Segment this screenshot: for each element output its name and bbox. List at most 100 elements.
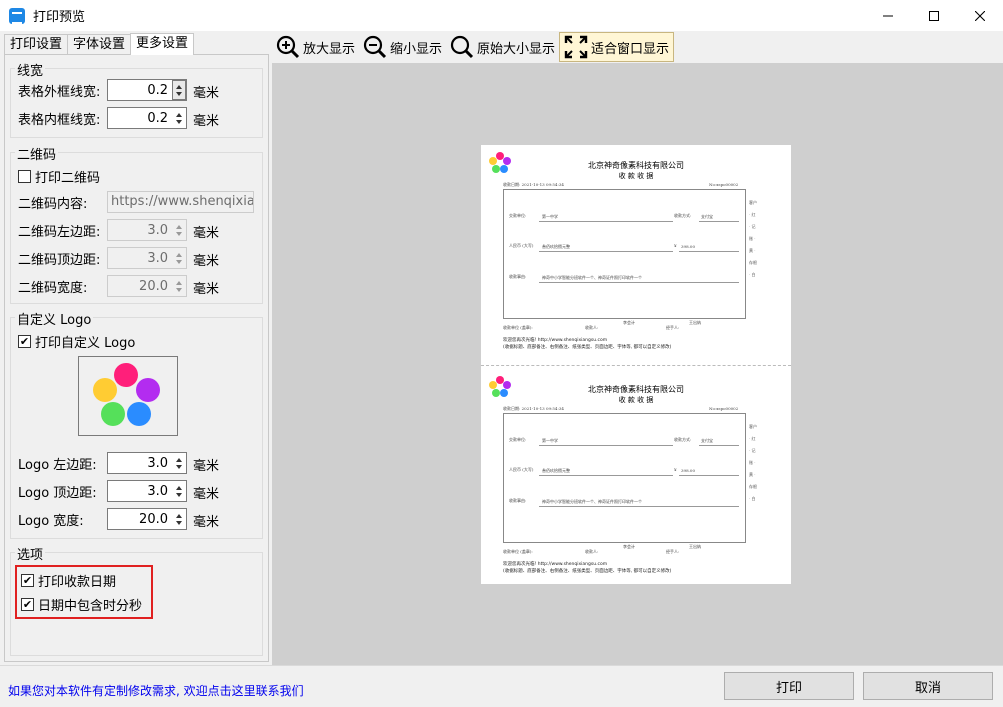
logo-preview[interactable]: [78, 356, 178, 436]
qrcode-top-label: 二维码顶边距:: [18, 252, 101, 268]
close-icon: [975, 10, 985, 21]
amount-value: 398.00: [681, 244, 695, 249]
qrcode-width-spinner[interactable]: 20.0: [107, 275, 187, 297]
actual-size-button[interactable]: 原始大小显示: [446, 32, 559, 62]
cancel-button[interactable]: 取消: [863, 672, 993, 700]
title-bar: 打印预览: [0, 0, 1003, 31]
maximize-icon: [929, 10, 939, 21]
spin-up-icon[interactable]: [176, 513, 182, 518]
receipt-doc-title: 收 款 收 据: [618, 172, 654, 180]
print-button[interactable]: 打印: [724, 672, 854, 700]
receipt-footer-line1: 欢迎您再次光临! http://www.shenqixiangsu.com: [503, 562, 608, 567]
unit-stamp-label: 收款单位 (盖章):: [503, 325, 533, 330]
preview-page: 北京神奇像素科技有限公司 收 款 收 据 收款日期: 2021-10-13 09…: [481, 145, 791, 584]
outer-line-width-spinner[interactable]: 0.2: [107, 79, 187, 101]
maximize-button[interactable]: [911, 0, 957, 31]
close-button[interactable]: [957, 0, 1003, 31]
spin-down-icon[interactable]: [176, 259, 182, 264]
inner-line-width-value: 0.2: [147, 110, 168, 126]
qrcode-top-unit: 毫米: [193, 254, 220, 269]
print-logo-checkbox-row[interactable]: ✔ 打印自定义 Logo: [18, 330, 135, 352]
receipt-company: 北京神奇像素科技有限公司: [588, 385, 684, 394]
amount-cn-underline: [539, 251, 673, 252]
inner-line-width-spinner[interactable]: 0.2: [107, 107, 187, 129]
include-time-checkbox[interactable]: ✔: [21, 597, 34, 611]
window-title: 打印预览: [33, 10, 86, 25]
spin-down-icon[interactable]: [176, 287, 182, 292]
spin-down-icon[interactable]: [176, 119, 182, 124]
spin-up-icon[interactable]: [176, 224, 182, 229]
fit-window-button[interactable]: 适合窗口显示: [559, 32, 675, 62]
spin-up-icon[interactable]: [176, 280, 182, 285]
spin-up-icon[interactable]: [176, 457, 182, 462]
receipt-body-box: 交款单位: 第一中学 收款方式: 支付宝 人民币 (大写) 叁佰玖拾捌元整 ¥ …: [503, 189, 746, 319]
qrcode-left-label: 二维码左边距:: [18, 224, 101, 240]
logo-top-value: 3.0: [147, 483, 168, 499]
print-date-checkbox[interactable]: ✔: [21, 573, 34, 587]
amount-cn-value: 叁佰玖拾捌元整: [542, 468, 570, 473]
spin-down-icon[interactable]: [176, 464, 182, 469]
receiver-label: 收款人:: [585, 549, 599, 554]
tab-more-settings[interactable]: 更多设置: [130, 33, 195, 55]
include-time-checkbox-row[interactable]: ✔ 日期中包含时分秒: [21, 593, 142, 615]
spin-up-icon[interactable]: [176, 112, 182, 117]
qrcode-group: 二维码 打印二维码 二维码内容: https://www.shenqixiang…: [10, 144, 263, 304]
print-preview-area[interactable]: 北京神奇像素科技有限公司 收 款 收 据 收款日期: 2021-10-13 09…: [272, 63, 1003, 665]
logo-width-value: 20.0: [139, 511, 168, 527]
spin-down-icon[interactable]: [176, 231, 182, 236]
logo-top-spinner[interactable]: 3.0: [107, 480, 187, 502]
qrcode-left-unit: 毫米: [193, 226, 220, 241]
qrcode-legend: 二维码: [15, 144, 59, 163]
qrcode-left-value: 3.0: [147, 222, 168, 238]
spin-up-icon[interactable]: [176, 252, 182, 257]
print-date-checkbox-row[interactable]: ✔ 打印收款日期: [21, 569, 116, 591]
payer-underline: [539, 445, 673, 446]
zoom-out-button[interactable]: 缩小显示: [359, 32, 446, 62]
tab-font-settings[interactable]: 字体设置: [67, 34, 132, 55]
print-qrcode-checkbox-row[interactable]: 打印二维码: [18, 165, 100, 187]
qrcode-content-input[interactable]: https://www.shenqixiangsu: [107, 191, 254, 213]
print-logo-checkbox[interactable]: ✔: [18, 334, 31, 348]
receipt-company: 北京神奇像素科技有限公司: [588, 161, 684, 170]
spin-down-icon[interactable]: [176, 520, 182, 525]
logo-top-unit: 毫米: [193, 487, 220, 502]
payer-value: 第一中学: [542, 438, 558, 443]
receipt-footer-line1: 欢迎您再次光临! http://www.shenqixiangsu.com: [503, 338, 608, 343]
logo-left-spinner[interactable]: 3.0: [107, 452, 187, 474]
accountant-name: 李会计: [623, 320, 635, 325]
preview-toolbar: 放大显示 缩小显示 原始大小显示 适合窗口显示: [272, 31, 1003, 63]
print-logo-label: 打印自定义 Logo: [35, 335, 136, 351]
inner-line-width-label: 表格内框线宽:: [18, 112, 101, 128]
options-group: 选项 ✔ 打印收款日期 ✔ 日期中包含时分秒: [10, 544, 263, 656]
contact-us-link[interactable]: 如果您对本软件有定制修改需求, 欢迎点击这里联系我们: [8, 682, 304, 699]
spin-up-icon[interactable]: [176, 84, 182, 89]
method-underline: [699, 445, 739, 446]
amount-cn-label: 人民币 (大写): [509, 243, 534, 248]
zoom-in-button[interactable]: 放大显示: [272, 32, 359, 62]
zoom-in-label: 放大显示: [303, 41, 356, 57]
spin-up-icon[interactable]: [176, 485, 182, 490]
tab-print-settings[interactable]: 打印设置: [4, 34, 69, 55]
receipt-side-note: 客户 · 红 · 记账 · 黄 · 存根 · 白: [749, 424, 757, 501]
receipt-top: 北京神奇像素科技有限公司 收 款 收 据 收款日期: 2021-10-13 09…: [481, 145, 791, 359]
receipt-date: 收款日期: 2021-10-13 09:54:34: [503, 182, 564, 187]
logo-width-spinner[interactable]: 20.0: [107, 508, 187, 530]
reason-underline: [539, 282, 739, 283]
minimize-button[interactable]: [865, 0, 911, 31]
qrcode-top-spinner[interactable]: 3.0: [107, 247, 187, 269]
outer-line-width-value: 0.2: [147, 82, 168, 98]
reason-underline: [539, 506, 739, 507]
reason-value: 神奇中小学智能分班软件一个、神奇证件照打印软件一个: [542, 275, 642, 280]
line-width-legend: 线宽: [15, 60, 46, 79]
qrcode-top-value: 3.0: [147, 250, 168, 266]
print-qrcode-label: 打印二维码: [35, 170, 101, 186]
spin-down-icon[interactable]: [176, 492, 182, 497]
receipt-bottom: 北京神奇像素科技有限公司 收 款 收 据 收款日期: 2021-10-13 09…: [481, 369, 791, 583]
amount-symbol: ¥: [674, 467, 677, 472]
zoom-in-icon: [276, 35, 300, 59]
spin-down-icon[interactable]: [176, 91, 182, 96]
qrcode-left-spinner[interactable]: 3.0: [107, 219, 187, 241]
method-value: 支付宝: [701, 214, 713, 219]
print-qrcode-checkbox[interactable]: [18, 169, 31, 183]
qrcode-width-value: 20.0: [139, 278, 168, 294]
